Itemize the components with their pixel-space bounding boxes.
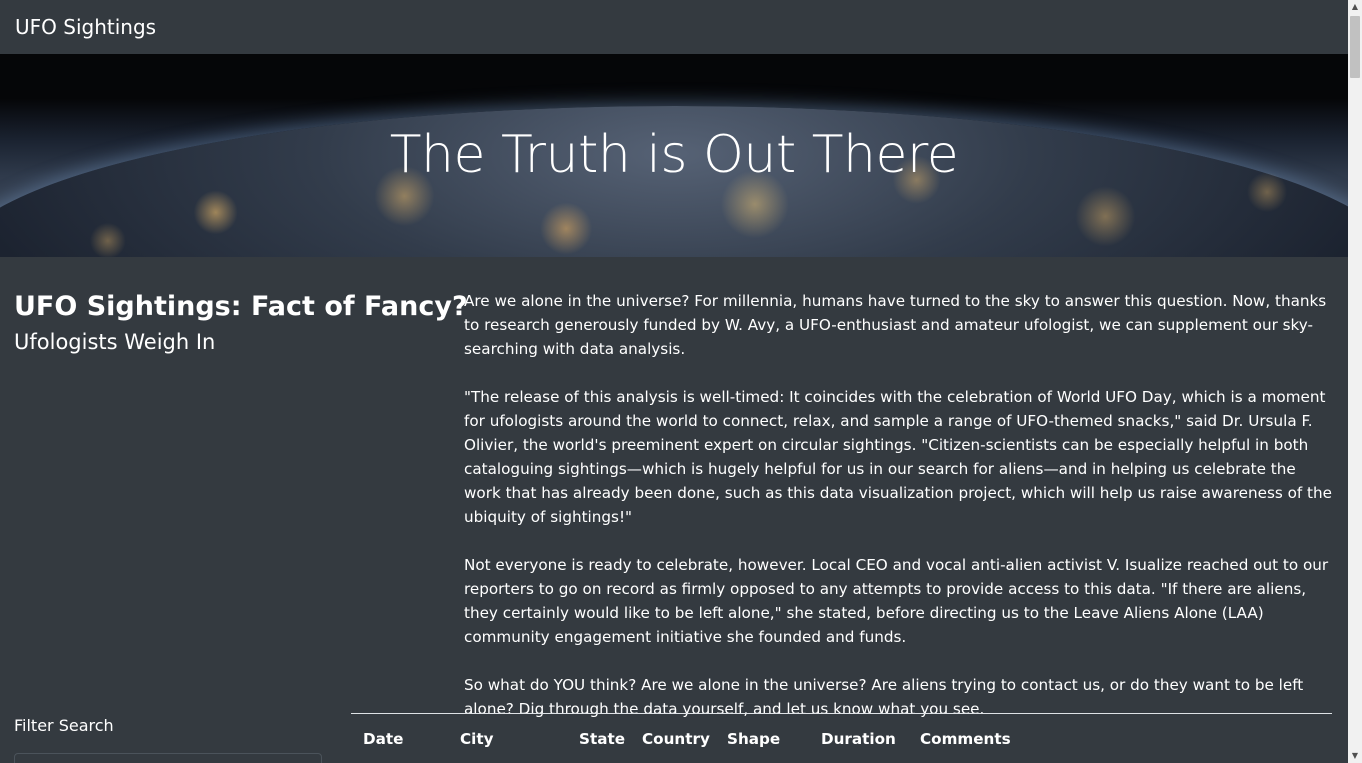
article-body: Are we alone in the universe? For millen… bbox=[464, 289, 1336, 745]
ufo-table: Date City State Country Shape Duration C… bbox=[351, 713, 1332, 762]
hero-title: The Truth is Out There bbox=[389, 125, 959, 185]
column-header-state: State bbox=[579, 730, 626, 748]
article-paragraph: Not everyone is ready to celebrate, howe… bbox=[464, 556, 1329, 646]
article-subtitle: Ufologists Weigh In bbox=[14, 330, 216, 354]
navbar-brand-link[interactable]: UFO Sightings bbox=[15, 14, 156, 40]
page: UFO Sightings The Truth is Out There UFO… bbox=[0, 0, 1348, 763]
column-header-shape: Shape bbox=[727, 730, 781, 748]
scroll-up-arrow-icon[interactable]: ▲ bbox=[1348, 0, 1362, 14]
column-header-country: Country bbox=[642, 730, 710, 748]
filter-search-label: Filter Search bbox=[14, 716, 114, 735]
column-header-city: City bbox=[460, 730, 494, 748]
article-title: UFO Sightings: Fact of Fancy? bbox=[14, 291, 468, 322]
filter-search-panel bbox=[14, 753, 322, 763]
scroll-down-arrow-icon[interactable]: ▼ bbox=[1348, 749, 1362, 763]
scrollbar-thumb[interactable] bbox=[1350, 16, 1360, 78]
hero-banner: The Truth is Out There bbox=[0, 54, 1348, 257]
navbar: UFO Sightings bbox=[0, 0, 1348, 54]
column-header-duration: Duration bbox=[821, 730, 896, 748]
article-paragraph: "The release of this analysis is well-ti… bbox=[464, 388, 1332, 526]
table-header-row: Date City State Country Shape Duration C… bbox=[351, 714, 1332, 762]
vertical-scrollbar[interactable]: ▲ ▼ bbox=[1348, 0, 1362, 763]
article-paragraph: Are we alone in the universe? For millen… bbox=[464, 292, 1327, 358]
column-header-date: Date bbox=[363, 730, 404, 748]
column-header-comments: Comments bbox=[920, 730, 1011, 748]
